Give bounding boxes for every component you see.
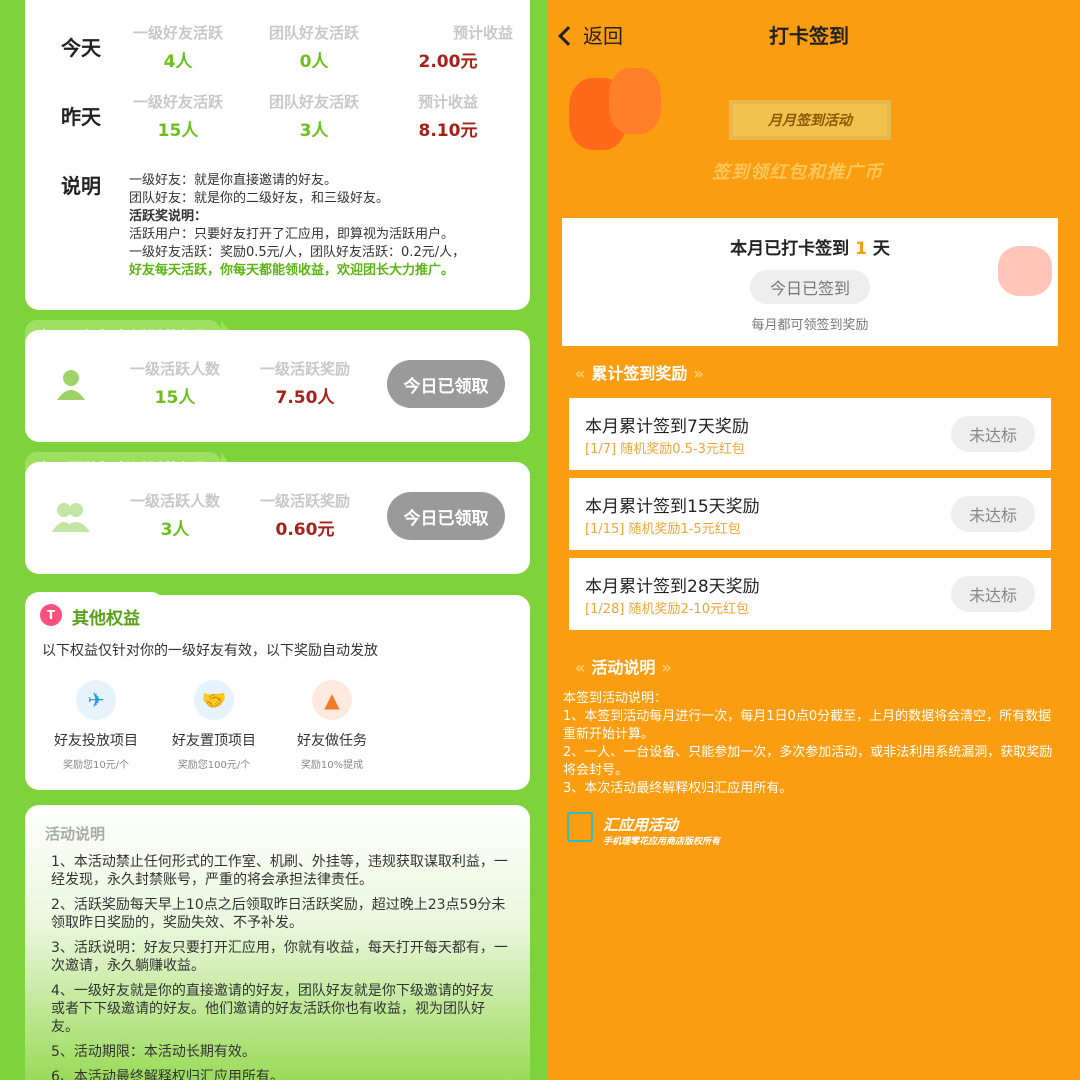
task-row: 本月累计签到7天奖励 [1/7] 随机奖励0.5-3元红包 未达标 [569,398,1051,470]
rules-card: 活动说明 1、本活动禁止任何形式的工作室、机刷、外挂等，违规获取谋取利益，一经发… [25,805,530,1080]
rules-list: 1、本活动禁止任何形式的工作室、机刷、外挂等，违规获取谋取利益，一经发现，永久封… [51,853,511,1080]
perk-task[interactable]: ▲ 好友做任务 奖励10%提成 [272,680,392,771]
rule-item: 1、本活动禁止任何形式的工作室、机刷、外挂等，违规获取谋取利益，一经发现，永久封… [51,854,508,888]
back-button[interactable]: 返回 [558,20,623,49]
yesterday-team: 团队好友活跃 3人 [268,93,359,141]
task-status-button[interactable]: 未达标 [951,496,1035,532]
user-icon [57,370,85,400]
checkin-subtitle: 每月都可领签到奖励 [751,318,869,333]
rule-item: 4、一级好友就是你的直接邀请的好友，团队好友就是你下级邀请的好友 或者下下级邀请… [51,983,494,1035]
other-benefits-title: 其他权益 [72,609,140,629]
task-row: 本月累计签到15天奖励 [1/15] 随机奖励1-5元红包 未达标 [569,478,1051,550]
desc-label: 说明 [61,174,101,198]
footer-title: 汇应用活动 [603,816,679,834]
rule-item: 3、活跃说明：好友只要打开汇应用，你就有收益，每天打开每天都有，一次邀请，永久躺… [51,940,508,974]
today-level1: 一级好友活跃 4人 [132,24,223,72]
team-claim-button[interactable]: 今日已领取 [387,492,505,540]
level1-count: 一级活跃人数 15人 [129,360,220,408]
checkin-count: 本月已打卡签到 1 天 [730,239,890,259]
today-label: 今天 [61,36,101,60]
perk-promote[interactable]: ✈ 好友投放项目 奖励您10元/个 [36,680,156,771]
t-badge-icon: T [40,604,62,626]
page-title: 打卡签到 [769,24,849,48]
yesterday-income: 预计收益 8.10元 [417,93,478,141]
yesterday-label: 昨天 [61,105,101,129]
level1-reward: 一级活跃奖励 7.50人 [259,360,350,408]
rules-title: «活动说明» [575,658,672,677]
users-icon [52,503,90,532]
today-income: 预计收益 2.00元 [418,24,513,72]
checkin-button[interactable]: 今日已签到 [750,270,870,304]
slogan: 签到领红包和推广币 [712,162,883,183]
handshake-icon: 🤝 [194,680,234,720]
stats-card: 今天 一级好友活跃 4人 团队好友活跃 0人 预计收益 2.00元 昨天 一级好友活跃… [25,0,530,310]
team-reward-card: 一级活跃人数 3人 一级活跃奖励 0.60元 今日已领取 [25,462,530,574]
invite-panel: 今天 一级好友活跃 4人 团队好友活跃 0人 预计收益 2.00元 昨天 一级好友活跃… [0,0,547,1080]
other-benefits-subtitle: 以下权益仅针对你的一级好友有效，以下奖励自动发放 [42,643,378,659]
accum-title: «累计签到奖励» [575,364,704,383]
checkin-panel: 返回 打卡签到 月月签到活动 签到领红包和推广币 本月已打卡签到 1 天 今日已… [547,0,1080,1080]
lantern-icon [998,246,1052,296]
task-status-button[interactable]: 未达标 [951,416,1035,452]
rule-item: 5、活动期限：本活动长期有效。 [51,1044,256,1060]
rules-text: 本签到活动说明： 1、本签到活动每月进行一次，每月1日0点0分截至，上月的数据将… [563,691,1053,796]
rules-title: 活动说明 [45,825,106,843]
perk-pin[interactable]: 🤝 好友置顶项目 奖励您100元/个 [154,680,274,771]
level1-reward-card: 一级活跃人数 15人 一级活跃奖励 7.50人 今日已领取 [25,330,530,442]
level1-claim-button[interactable]: 今日已领取 [387,360,505,408]
task-status-button[interactable]: 未达标 [951,576,1035,612]
rule-item: 2、活跃奖励每天早上10点之后领取昨日活跃奖励，超过晚上23点59分未领取昨日奖… [51,897,506,931]
shopping-bag-icon [567,812,593,842]
checkin-card: 本月已打卡签到 1 天 今日已签到 每月都可领签到奖励 [562,218,1058,346]
yesterday-level1: 一级好友活跃 15人 [132,93,223,141]
paper-plane-icon: ✈ [76,680,116,720]
task-row: 本月累计签到28天奖励 [1/28] 随机奖励2-10元红包 未达标 [569,558,1051,630]
team-reward: 一级活跃奖励 0.60元 [259,492,350,540]
chevron-left-icon [558,26,578,46]
lantern-icon [609,68,661,134]
footer-subtitle: 手机理零花应用商店版权所有 [603,837,721,847]
desc-text: 一级好友：就是你直接邀请的好友。 团队好友：就是你的二级好友，和三级好友。 活跃… [129,173,466,278]
rule-item: 6、本活动最终解释权归汇应用所有。 [51,1069,284,1080]
today-team: 团队好友活跃 0人 [268,24,359,72]
team-count: 一级活跃人数 3人 [129,492,220,540]
stamp-icon: ▲ [312,680,352,720]
activity-banner: 月月签到活动 [729,100,891,140]
